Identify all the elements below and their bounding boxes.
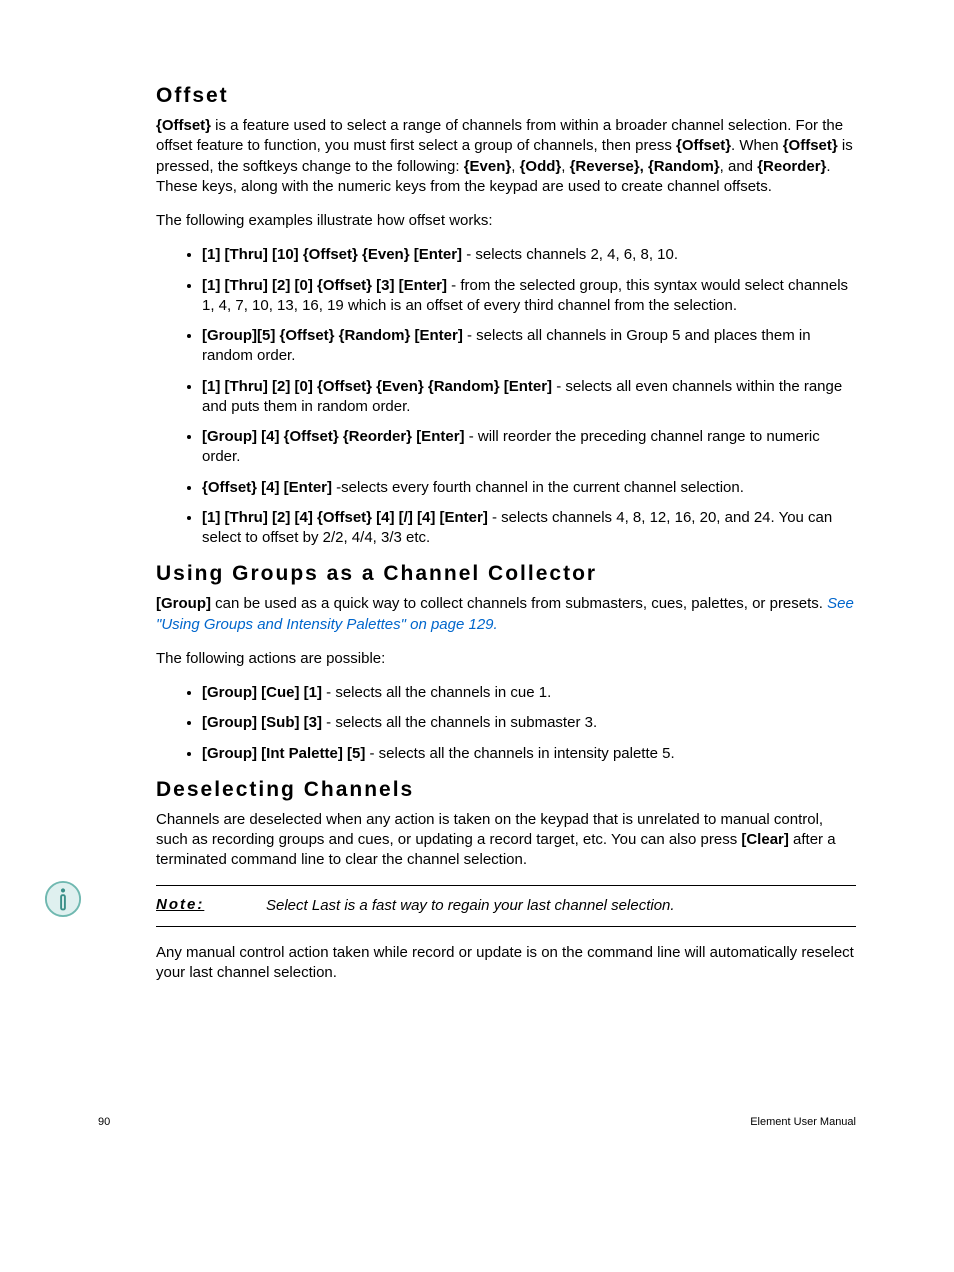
list-item: [1] [Thru] [2] [0] {Offset} [3] [Enter] …: [202, 276, 856, 317]
offset-p1-part: ,: [561, 158, 569, 175]
deselect-p1-bold: [Clear]: [741, 831, 789, 848]
page-content: Offset {Offset} is a feature used to sel…: [0, 0, 954, 1200]
heading-offset: Offset: [156, 84, 856, 108]
list-item: [1] [Thru] [2] [4] {Offset} [4] [/] [4] …: [202, 508, 856, 549]
list-item-bold: [Group][5] {Offset} {Random} [Enter]: [202, 327, 463, 344]
deselect-p1-pre: Channels are deselected when any action …: [156, 811, 823, 848]
page-number: 90: [98, 1116, 110, 1128]
list-item-bold: [1] [Thru] [10] {Offset} {Even} [Enter]: [202, 246, 462, 263]
list-item: {Offset} [4] [Enter] -selects every four…: [202, 478, 856, 498]
list-item: [1] [Thru] [2] [0] {Offset} {Even} {Rand…: [202, 377, 856, 418]
list-item-bold: [Group] [4] {Offset} {Reorder} [Enter]: [202, 428, 465, 445]
groups-p1-bold: [Group]: [156, 595, 211, 612]
list-item-bold: [1] [Thru] [2] [4] {Offset} [4] [/] [4] …: [202, 509, 488, 526]
list-item-bold: [Group] [Int Palette] [5]: [202, 745, 365, 762]
manual-title: Element User Manual: [750, 1116, 856, 1128]
list-item: [Group][5] {Offset} {Random} [Enter] - s…: [202, 326, 856, 367]
list-item-rest: - selects all the channels in intensity …: [365, 745, 674, 762]
offset-p1-part: {Offset}: [156, 117, 211, 134]
offset-paragraph-2: The following examples illustrate how of…: [156, 211, 856, 231]
list-item-rest: -selects every fourth channel in the cur…: [332, 479, 744, 496]
deselect-paragraph-2: Any manual control action taken while re…: [156, 943, 856, 984]
list-item: [Group] [Cue] [1] - selects all the chan…: [202, 683, 856, 703]
offset-p1-part: , and: [720, 158, 758, 175]
offset-p1-part: ,: [511, 158, 519, 175]
offset-p1-part: {Offset}: [783, 137, 838, 154]
list-item-bold: [1] [Thru] [2] [0] {Offset} [3] [Enter]: [202, 277, 447, 294]
list-item: [1] [Thru] [10] {Offset} {Even} [Enter] …: [202, 245, 856, 265]
list-item-bold: {Offset} [4] [Enter]: [202, 479, 332, 496]
offset-p1-part: . When: [731, 137, 783, 154]
note-block: Note: Select Last is a fast way to regai…: [156, 885, 856, 927]
offset-p1-part: {Offset}: [676, 137, 731, 154]
groups-paragraph-1: [Group] can be used as a quick way to co…: [156, 594, 856, 635]
offset-paragraph-1: {Offset} is a feature used to select a r…: [156, 116, 856, 197]
heading-deselect: Deselecting Channels: [156, 778, 856, 802]
page-footer: 90 Element User Manual: [98, 1116, 856, 1128]
groups-p1-mid: can be used as a quick way to collect ch…: [211, 595, 827, 612]
list-item-rest: - selects all the channels in cue 1.: [322, 684, 551, 701]
list-item-bold: [Group] [Sub] [3]: [202, 714, 322, 731]
info-icon: [44, 880, 82, 918]
offset-p1-part: {Odd}: [520, 158, 562, 175]
list-item-rest: - selects all the channels in submaster …: [322, 714, 597, 731]
offset-p1-part: {Even}: [464, 158, 512, 175]
deselect-paragraph-1: Channels are deselected when any action …: [156, 810, 856, 871]
list-item-rest: - selects channels 2, 4, 6, 8, 10.: [462, 246, 678, 263]
list-item: [Group] [Int Palette] [5] - selects all …: [202, 744, 856, 764]
offset-bullet-list: [1] [Thru] [10] {Offset} {Even} [Enter] …: [156, 245, 856, 548]
note-text: Select Last is a fast way to regain your…: [266, 896, 675, 916]
groups-paragraph-2: The following actions are possible:: [156, 649, 856, 669]
list-item: [Group] [4] {Offset} {Reorder} [Enter] -…: [202, 427, 856, 468]
groups-bullet-list: [Group] [Cue] [1] - selects all the chan…: [156, 683, 856, 764]
offset-p1-part: {Reverse}, {Random}: [570, 158, 720, 175]
offset-p1-part: {Reorder}: [757, 158, 826, 175]
heading-groups: Using Groups as a Channel Collector: [156, 562, 856, 586]
list-item-bold: [1] [Thru] [2] [0] {Offset} {Even} {Rand…: [202, 378, 552, 395]
list-item: [Group] [Sub] [3] - selects all the chan…: [202, 713, 856, 733]
list-item-bold: [Group] [Cue] [1]: [202, 684, 322, 701]
note-label: Note:: [156, 896, 266, 916]
